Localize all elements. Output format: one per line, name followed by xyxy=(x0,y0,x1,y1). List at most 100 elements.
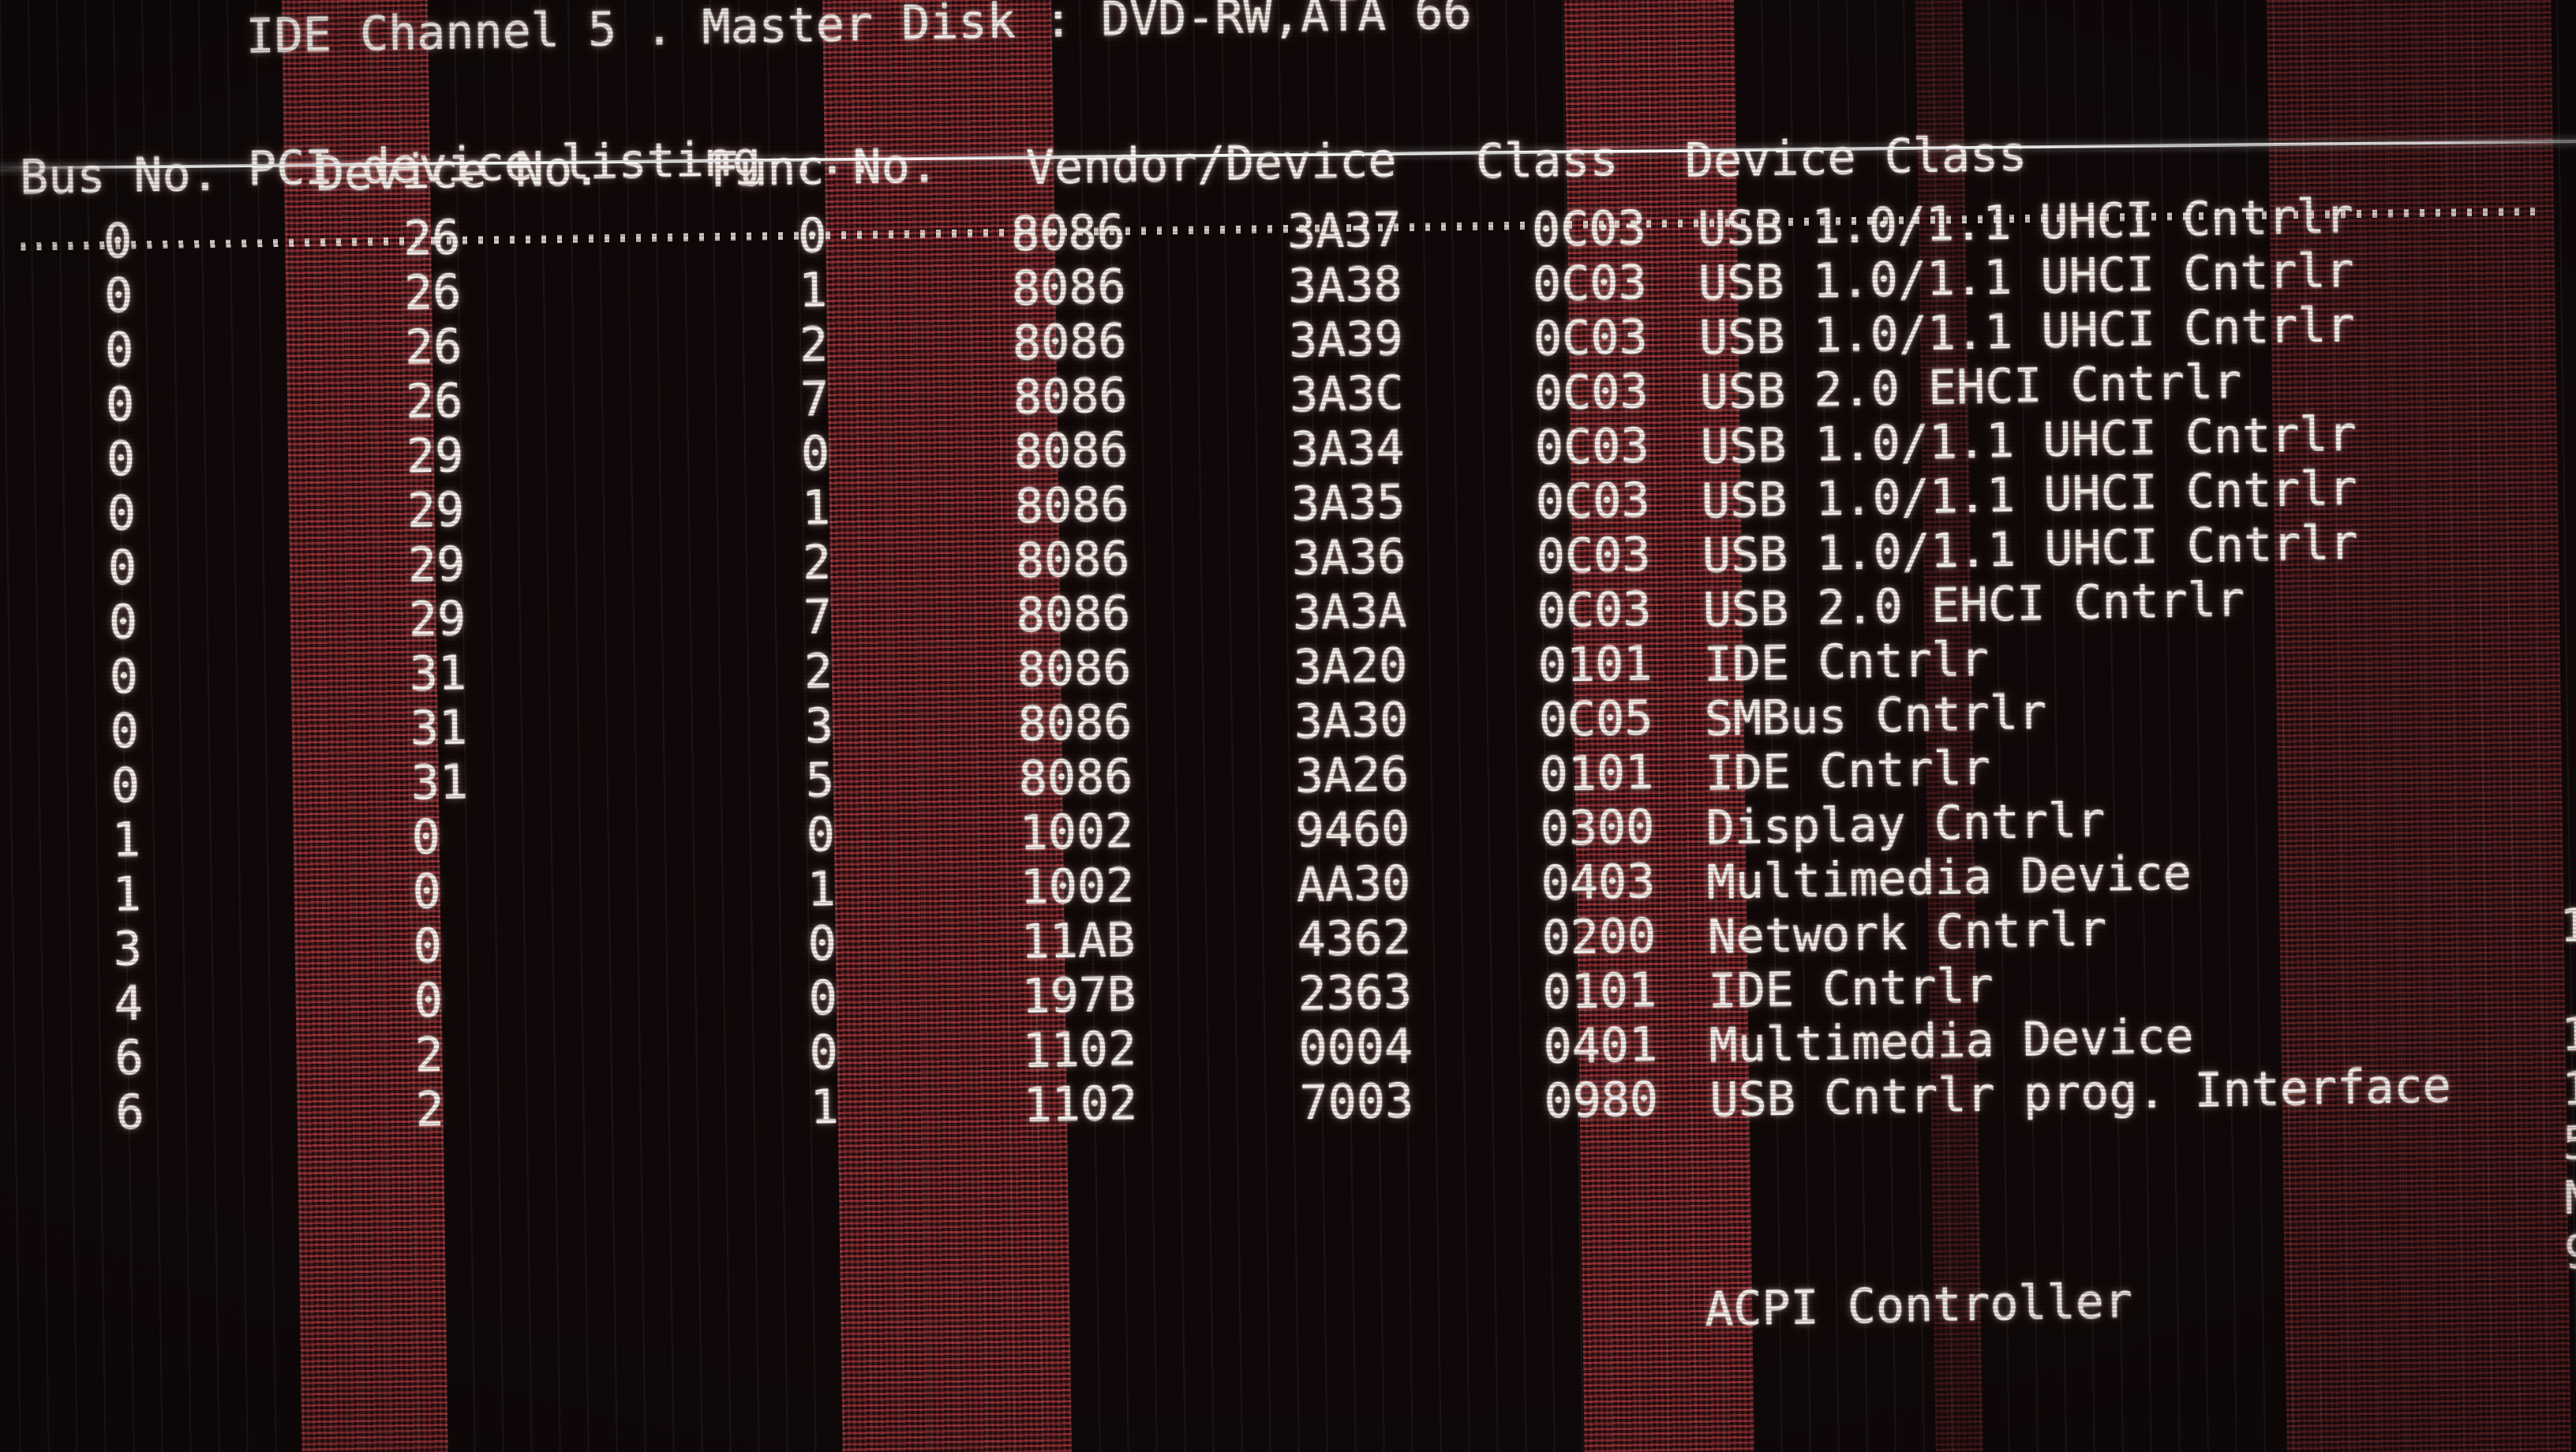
cell-device-class-desc: USB 1.0/1.1 UHCI Cntrlr xyxy=(1698,297,2356,366)
cell-func-no: 0 xyxy=(809,1024,839,1081)
edge-irq-value: 9 xyxy=(2563,1225,2576,1280)
cell-device-no: 26 xyxy=(405,373,463,430)
cell-device-class-desc: IDE Cntrlr xyxy=(1705,740,1991,802)
cell-vendor-id: 1102 xyxy=(1023,1076,1138,1134)
cell-class-code: 0980 xyxy=(1544,1072,1659,1130)
cell-class-code: 0200 xyxy=(1541,908,1657,967)
cell-class-code: 0C03 xyxy=(1531,200,1647,259)
cell-device-class-desc: USB 2.0 EHCI Cntrlr xyxy=(1699,354,2242,421)
edge-irq-value: NA xyxy=(2563,1169,2576,1226)
cell-vendor-id: 8086 xyxy=(1015,531,1130,589)
cell-device-class-desc: USB 1.0/1.1 UHCI Cntrlr xyxy=(1702,515,2359,584)
cell-func-no: 0 xyxy=(806,806,836,863)
pci-device-rows: 0 26 0 8086 3A37 0C03 USB 1.0/1.1 UHCI Cntrlr 0… xyxy=(0,189,2576,1140)
cell-device-class-desc: USB Cntrlr prog. Interface xyxy=(1709,1057,2452,1128)
cell-device-id: 3A37 xyxy=(1286,202,1402,260)
cell-device-no: 31 xyxy=(409,646,467,702)
cell-bus-no: 0 xyxy=(110,703,140,759)
cell-bus-no: 6 xyxy=(114,1030,144,1086)
header-func-no: Func No. xyxy=(710,138,939,198)
ide-channel-text: IDE Channel 5 . Master Disk : DVD-RW,ATA… xyxy=(245,0,1473,65)
cell-class-code: 0101 xyxy=(1539,745,1654,803)
crt-screen: IDE Channel 5 . Master Disk : DVD-RW,ATA… xyxy=(0,0,2576,1452)
cell-func-no: 2 xyxy=(803,643,833,700)
cell-class-code: 0C03 xyxy=(1537,582,1652,640)
cell-vendor-id: 1002 xyxy=(1020,858,1135,916)
cell-vendor-id: 197B xyxy=(1021,967,1136,1025)
cell-class-code: 0401 xyxy=(1543,1017,1658,1076)
cell-device-no: 29 xyxy=(406,428,464,485)
cell-func-no: 0 xyxy=(797,208,827,264)
cell-bus-no: 0 xyxy=(108,594,138,650)
cell-device-class-desc: Display Cntrlr xyxy=(1705,792,2106,856)
cell-vendor-id: 1002 xyxy=(1019,803,1134,862)
cell-device-no: 31 xyxy=(410,700,468,757)
cell-bus-no: 0 xyxy=(103,213,133,269)
cell-bus-no: 0 xyxy=(109,649,139,705)
cell-device-id: 3A36 xyxy=(1291,529,1406,587)
cell-device-id: 2363 xyxy=(1297,964,1413,1023)
cell-device-no: 29 xyxy=(407,537,466,593)
cell-bus-no: 0 xyxy=(110,758,140,814)
cell-device-id: 4362 xyxy=(1297,910,1412,968)
cell-class-code: 0C03 xyxy=(1536,527,1651,586)
cell-device-no: 26 xyxy=(402,210,461,267)
post-text-layer: IDE Channel 5 . Master Disk : DVD-RW,ATA… xyxy=(0,0,2576,1452)
cell-device-no: 29 xyxy=(408,591,466,648)
cell-vendor-id: 8086 xyxy=(1014,477,1129,535)
cell-bus-no: 1 xyxy=(111,812,141,868)
cell-device-no: 29 xyxy=(406,482,465,539)
bios-post-photo: IDE Channel 5 . Master Disk : DVD-RW,ATA… xyxy=(0,0,2576,1452)
cell-device-id: 3A38 xyxy=(1287,256,1403,315)
cell-vendor-id: 8086 xyxy=(1013,368,1129,426)
cell-vendor-id: 8086 xyxy=(1018,749,1133,807)
cell-device-class-desc: Multimedia Device xyxy=(1706,845,2192,911)
cell-vendor-id: 1102 xyxy=(1022,1021,1137,1080)
cell-device-id: 3A30 xyxy=(1294,692,1409,750)
cell-vendor-id: 8086 xyxy=(1016,586,1131,644)
cell-bus-no: 3 xyxy=(113,921,143,977)
cell-class-code: 0403 xyxy=(1541,854,1656,912)
cell-bus-no: 0 xyxy=(107,540,137,596)
cell-device-no: 0 xyxy=(411,810,441,866)
cell-device-class-desc: IDE Cntrlr xyxy=(1703,631,1990,693)
cell-vendor-id: 11AB xyxy=(1020,912,1136,971)
cell-device-id: 3A26 xyxy=(1294,747,1410,805)
cell-bus-no: 0 xyxy=(106,431,136,487)
cell-class-code: 0C03 xyxy=(1534,418,1649,477)
cell-func-no: 0 xyxy=(808,970,838,1027)
cell-bus-no: 0 xyxy=(103,268,133,324)
cell-device-id: 9460 xyxy=(1295,801,1410,859)
cell-func-no: 1 xyxy=(807,861,837,918)
edge-irq-value: 1 xyxy=(2560,1007,2576,1062)
cell-func-no: 1 xyxy=(810,1079,840,1136)
header-vendor-device: Vendor/Device xyxy=(1025,133,1397,196)
cell-class-code: 0C03 xyxy=(1533,309,1649,368)
cell-class-code: 0300 xyxy=(1540,799,1655,858)
cell-device-id: 3A3A xyxy=(1292,583,1407,642)
boot-from-cd-line: Boot from CD : xyxy=(96,1407,725,1452)
cell-device-no: 0 xyxy=(413,919,443,975)
cell-device-id: 3A34 xyxy=(1290,420,1405,478)
cell-bus-no: 1 xyxy=(112,866,142,922)
cell-class-code: 0101 xyxy=(1537,636,1653,694)
header-bus-no: Bus No. xyxy=(19,146,220,206)
cell-func-no: 0 xyxy=(807,915,837,972)
edge-irq-value: 10 xyxy=(2561,1061,2576,1117)
cell-class-code: 0C03 xyxy=(1532,255,1648,313)
cell-device-class-desc: USB 2.0 EHCI Cntrlr xyxy=(1702,571,2245,638)
cell-device-no: 2 xyxy=(415,1082,445,1138)
edge-irq-column: 1 1 10 5 NA 9 xyxy=(0,898,2576,1402)
header-device-class: Device Class xyxy=(1684,126,2027,189)
cell-device-class-desc: SMBus Cntrlr xyxy=(1704,684,2047,747)
cell-func-no: 1 xyxy=(798,262,828,319)
cell-func-no: 7 xyxy=(803,589,833,646)
cell-device-no: 26 xyxy=(404,319,462,376)
cell-device-no: 0 xyxy=(414,973,444,1029)
cell-device-class-desc: Multimedia Device xyxy=(1709,1009,2195,1074)
cell-func-no: 2 xyxy=(799,316,829,373)
cell-vendor-id: 8086 xyxy=(1011,259,1127,317)
cell-vendor-id: 8086 xyxy=(1013,422,1129,481)
cell-bus-no: 0 xyxy=(105,376,135,432)
cell-device-no: 26 xyxy=(403,264,462,321)
